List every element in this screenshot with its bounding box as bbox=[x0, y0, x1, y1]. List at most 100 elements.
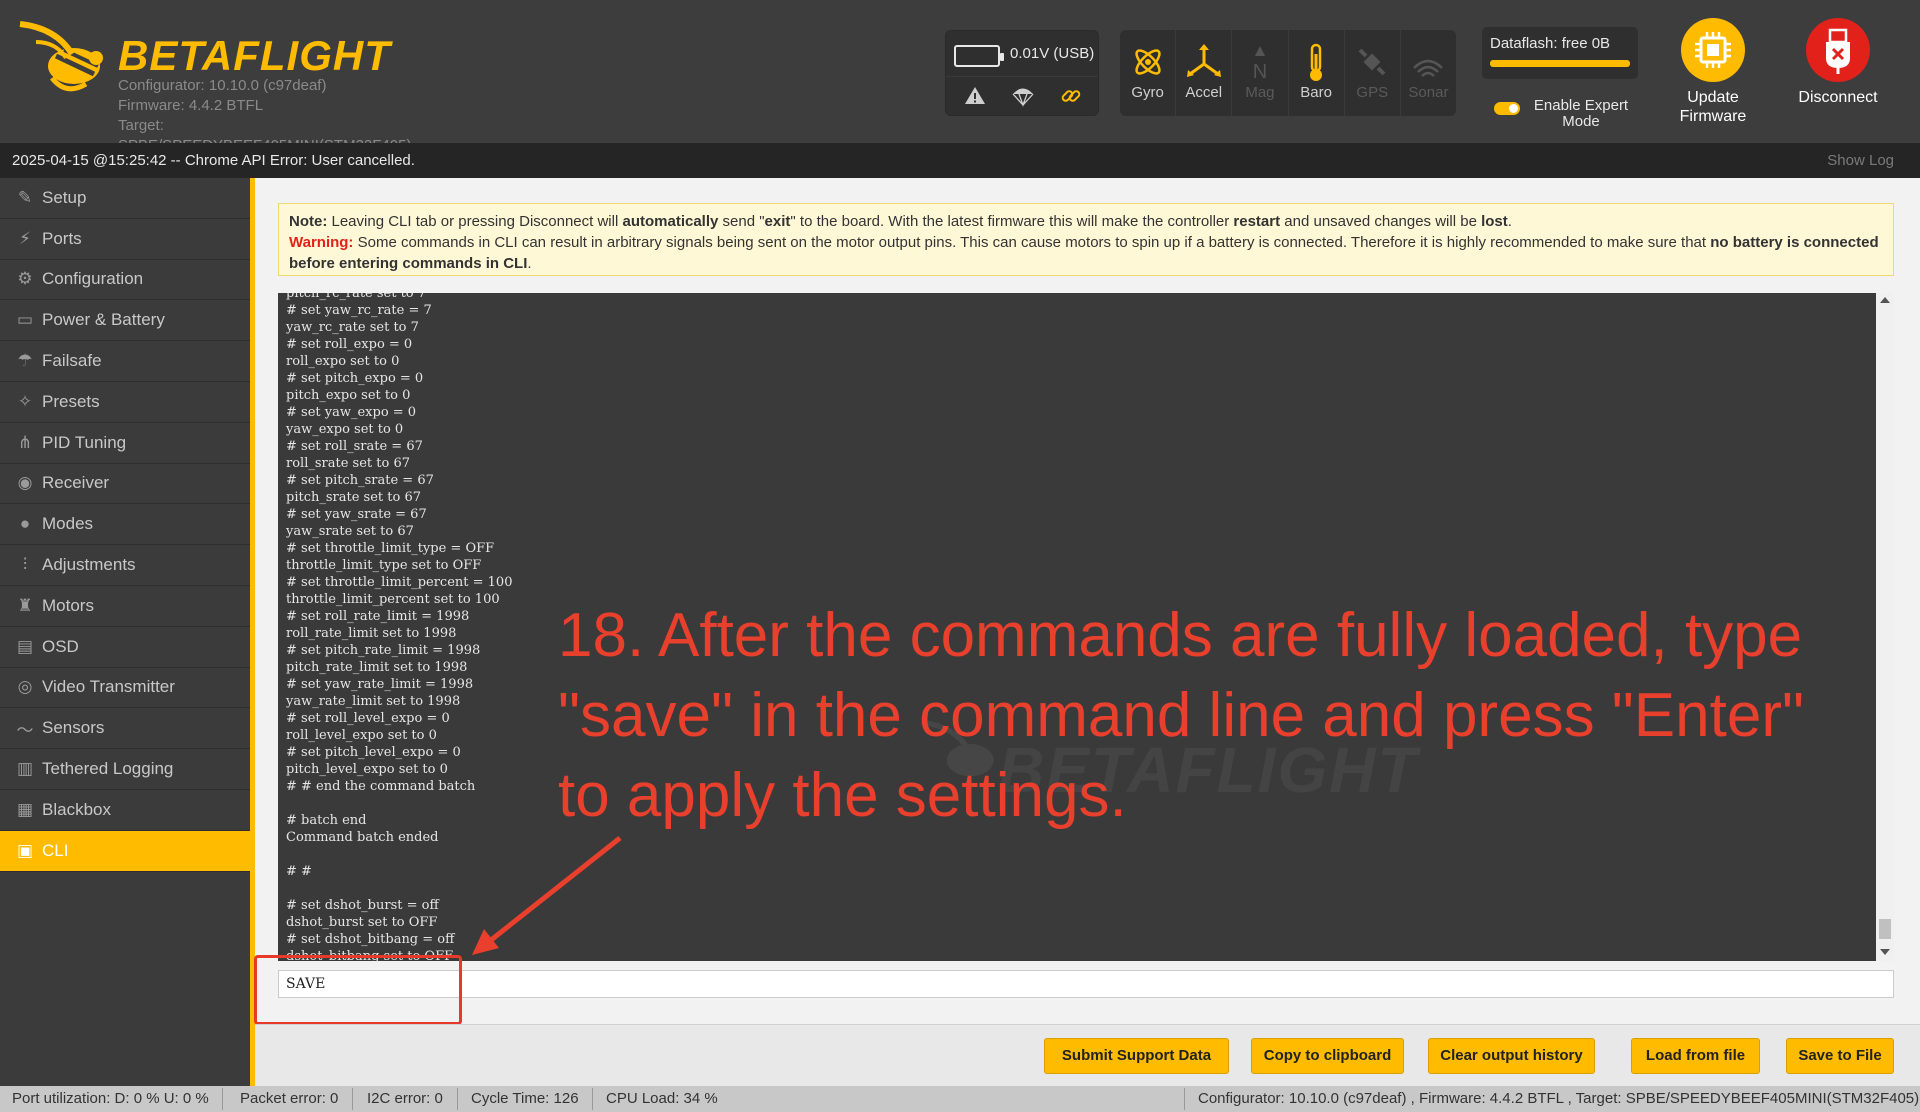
console-line: pitch_srate set to 67 bbox=[286, 490, 421, 505]
sensor-gps-label: GPS bbox=[1356, 84, 1389, 101]
sidebar-item-pid-tuning[interactable]: ⋔ PID Tuning bbox=[0, 423, 250, 464]
sidebar-item-adjustments[interactable]: ⫶ Adjustments bbox=[0, 545, 250, 586]
console-line: throttle_limit_percent set to 100 bbox=[286, 592, 500, 607]
sidebar-item-tethered-logging[interactable]: ▥ Tethered Logging bbox=[0, 749, 250, 790]
note-bold: restart bbox=[1233, 213, 1281, 230]
warning-text: . bbox=[527, 255, 532, 272]
usb-disconnect-icon bbox=[1806, 18, 1870, 82]
console-scrollbar[interactable] bbox=[1876, 293, 1894, 961]
load-from-file-button[interactable]: Load from file bbox=[1631, 1038, 1760, 1074]
note-text: . bbox=[1507, 213, 1512, 230]
parachute-icon: ☂ bbox=[17, 351, 33, 371]
log-bar: 2025-04-15 @15:25:42 -- Chrome API Error… bbox=[0, 143, 1920, 178]
svg-text:N: N bbox=[1253, 61, 1267, 83]
show-log-link[interactable]: Show Log bbox=[1827, 152, 1894, 169]
sidebar-item-sensors[interactable]: 〜 Sensors bbox=[0, 708, 250, 750]
sidebar-item-osd[interactable]: ▤ OSD bbox=[0, 627, 250, 668]
disconnect-button[interactable]: Disconnect bbox=[1778, 18, 1898, 107]
note-label: Note: bbox=[289, 213, 328, 230]
sidebar-item-receiver[interactable]: ◉ Receiver bbox=[0, 464, 250, 505]
sidebar-item-label: Failsafe bbox=[42, 351, 102, 371]
sliders-icon: ⫶ bbox=[22, 555, 28, 575]
cli-button-bar: Submit Support Data Copy to clipboard Cl… bbox=[255, 1024, 1920, 1086]
console-line: pitch_expo set to 0 bbox=[286, 388, 411, 403]
sensor-baro-label: Baro bbox=[1300, 84, 1332, 101]
console-line: # set pitch_rate_limit = 1998 bbox=[286, 643, 481, 658]
wrench-icon: ✎ bbox=[17, 187, 33, 207]
save-to-file-button[interactable]: Save to File bbox=[1786, 1038, 1894, 1074]
sidebar-item-label: Video Transmitter bbox=[42, 677, 175, 697]
console-line: # set roll_rate_limit = 1998 bbox=[286, 609, 470, 624]
mag-icon: N bbox=[1253, 46, 1267, 83]
firmware-version: Firmware: 4.4.2 BTFL bbox=[118, 97, 264, 114]
logo: BETAFLIGHT Configurator: 10.10.0 (c97dea… bbox=[16, 18, 456, 154]
console-line: # set dshot_burst = off bbox=[286, 898, 439, 913]
sidebar-item-video-transmitter[interactable]: ◎ Video Transmitter bbox=[0, 668, 250, 709]
sidebar-item-label: Configuration bbox=[42, 269, 144, 289]
note-text: Leaving CLI tab or pressing Disconnect w… bbox=[327, 213, 623, 230]
cli-icon: ▣ bbox=[16, 840, 34, 860]
sonar-icon bbox=[1413, 59, 1444, 77]
scroll-down-icon[interactable] bbox=[1880, 949, 1890, 955]
console-line: # set pitch_srate = 67 bbox=[286, 473, 434, 488]
console-line: # batch end bbox=[286, 813, 367, 828]
configurator-version: Configurator: 10.10.0 (c97deaf) bbox=[118, 77, 327, 94]
console-line: Command batch ended bbox=[286, 830, 439, 845]
sidebar-item-cli[interactable]: ▣ CLI bbox=[0, 830, 250, 872]
note-bold: exit bbox=[764, 213, 791, 230]
sidebar-item-modes[interactable]: ● Modes bbox=[0, 504, 250, 546]
sidebar-item-blackbox[interactable]: ▦ Blackbox bbox=[0, 790, 250, 831]
annotation-highlight-box bbox=[254, 955, 462, 1025]
accel-icon bbox=[1186, 44, 1221, 77]
blackbox-icon: ▦ bbox=[16, 799, 34, 819]
console-line: pitch_level_expo set to 0 bbox=[286, 762, 448, 777]
sidebar-item-label: Receiver bbox=[42, 473, 110, 493]
sidebar-item-failsafe[interactable]: ☂ Failsafe bbox=[0, 341, 250, 382]
gyro-icon bbox=[1134, 49, 1161, 75]
console-line: # # end the command batch bbox=[286, 779, 476, 794]
submit-support-data-button[interactable]: Submit Support Data bbox=[1044, 1038, 1229, 1074]
sensor-mag: N Mag bbox=[1232, 30, 1289, 116]
console-line: # set throttle_limit_type = OFF bbox=[286, 541, 495, 556]
battery-status: 0.01V (USB) bbox=[945, 30, 1099, 116]
console-line: # set yaw_expo = 0 bbox=[286, 405, 417, 420]
modes-icon: ● bbox=[19, 514, 31, 534]
dataflash-label: Dataflash: free 0B bbox=[1490, 35, 1611, 52]
copy-to-clipboard-button[interactable]: Copy to clipboard bbox=[1251, 1038, 1404, 1074]
sidebar-item-ports[interactable]: ⚡ Ports bbox=[0, 219, 250, 260]
osd-icon: ▤ bbox=[16, 636, 34, 656]
console-line: # set pitch_expo = 0 bbox=[286, 371, 424, 386]
chip-icon bbox=[1681, 18, 1745, 82]
command-input[interactable]: SAVE bbox=[278, 970, 1894, 998]
note-bold: lost bbox=[1481, 213, 1508, 230]
brand-name: BETAFLIGHT bbox=[118, 32, 391, 79]
scroll-up-icon[interactable] bbox=[1880, 297, 1890, 303]
sidebar-item-power-battery[interactable]: ▭ Power & Battery bbox=[0, 300, 250, 342]
warning-icon bbox=[965, 87, 985, 104]
expert-mode-control[interactable]: Enable Expert Mode bbox=[1494, 98, 1634, 134]
sidebar-item-configuration[interactable]: ⚙ Configuration bbox=[0, 260, 250, 301]
expert-mode-toggle[interactable] bbox=[1494, 102, 1520, 115]
console-line: # set yaw_rate_limit = 1998 bbox=[286, 677, 474, 692]
console-line: # set yaw_rc_rate = 7 bbox=[286, 303, 432, 318]
pid-icon: ⋔ bbox=[17, 432, 33, 452]
clear-output-history-button[interactable]: Clear output history bbox=[1428, 1038, 1595, 1074]
sidebar-item-motors[interactable]: ♜ Motors bbox=[0, 586, 250, 627]
console-line: yaw_rc_rate set to 7 bbox=[286, 320, 419, 335]
tethered-icon: ▥ bbox=[16, 759, 34, 779]
motor-icon: ♜ bbox=[17, 595, 33, 615]
console-line: # set dshot_bitbang = off bbox=[286, 932, 455, 947]
sidebar-item-presets[interactable]: ✧ Presets bbox=[0, 382, 250, 423]
battery-voltage: 0.01V (USB) bbox=[1010, 45, 1095, 62]
sidebar-item-label: Modes bbox=[42, 514, 94, 534]
sidebar-item-label: Sensors bbox=[42, 718, 105, 738]
sidebar-item-setup[interactable]: ✎ Setup bbox=[0, 178, 250, 219]
sidebar-item-label: Presets bbox=[42, 391, 100, 411]
sensor-sonar: Sonar bbox=[1401, 30, 1456, 116]
note-text: " to the board. With the latest firmware… bbox=[790, 213, 1234, 230]
update-firmware-button[interactable]: Update Firmware bbox=[1653, 18, 1773, 126]
sensor-gps: GPS bbox=[1345, 30, 1401, 116]
scroll-thumb[interactable] bbox=[1879, 919, 1891, 939]
